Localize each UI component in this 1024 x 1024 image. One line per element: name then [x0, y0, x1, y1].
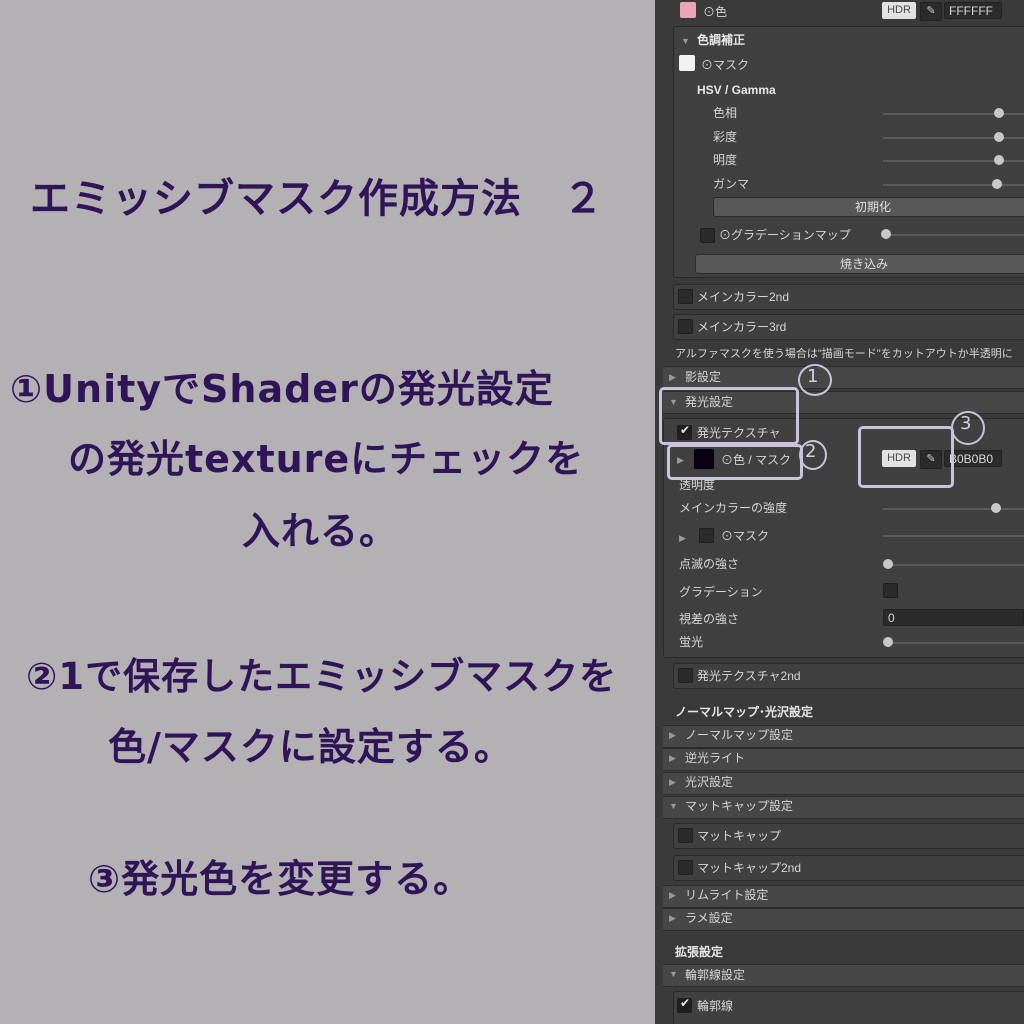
fluorescent-knob[interactable] — [883, 637, 893, 647]
outline-collapse-icon[interactable]: ▼ — [669, 969, 678, 979]
matcap-2nd-label: マットキャップ2nd — [697, 861, 802, 875]
step1-line2: の発光textureにチェックを — [68, 437, 585, 481]
fluorescent-slider[interactable] — [883, 642, 1024, 644]
eyedropper-icon[interactable]: ✎ — [920, 2, 942, 21]
parallax-label: 視差の強さ — [679, 612, 740, 626]
page-title: エミッシブマスク作成方法 ２ — [30, 176, 604, 222]
hue-knob[interactable] — [994, 108, 1004, 118]
annotation-number-2: 2 — [805, 441, 817, 462]
color-hex-field[interactable]: FFFFFF — [944, 2, 1002, 19]
rimlight-expand-icon[interactable]: ▶ — [669, 890, 676, 901]
alpha-mask-note: アルファマスクを使う場合は"描画モード"をカットアウトか半透明に — [675, 348, 1013, 360]
tone-mask-label: ⊙マスク — [701, 58, 750, 72]
annotation-box-emission — [659, 387, 799, 445]
matcap-label: マットキャップ — [697, 829, 782, 843]
annotation-number-3: 3 — [960, 413, 972, 434]
mask-thumbnail[interactable] — [679, 55, 695, 71]
reset-button[interactable]: 初期化 — [713, 197, 1024, 217]
saturation-label: 彩度 — [713, 130, 738, 144]
emission-mask-checkbox[interactable] — [699, 528, 714, 543]
normal-map-expand-icon[interactable]: ▶ — [669, 730, 676, 741]
inspector-panel: ⊙色 HDR ✎ FFFFFF ▼ 色調補正 ⊙マスク HSV / Gamma … — [655, 0, 1024, 1024]
gloss-expand-icon[interactable]: ▶ — [669, 777, 676, 788]
emission-mask-slider[interactable] — [883, 535, 1024, 537]
matcap-checkbox[interactable] — [678, 828, 693, 843]
blink-slider[interactable] — [883, 564, 1024, 566]
matcap-2nd-checkbox[interactable] — [678, 860, 693, 875]
gamma-knob[interactable] — [992, 179, 1002, 189]
gloss-label: 光沢設定 — [685, 775, 734, 789]
gamma-label: ガンマ — [713, 177, 750, 191]
rimlight-label: リムライト設定 — [685, 888, 769, 902]
emission-mask-expand-icon[interactable]: ▶ — [679, 533, 686, 544]
gradation-map-label: ⊙グラデーションマップ — [719, 228, 851, 242]
step2-line1: ②1で保存したエミッシブマスクを — [26, 655, 618, 698]
outline-checkbox[interactable]: ✔ — [677, 996, 692, 1013]
parallax-field[interactable]: 0 — [883, 609, 1024, 626]
bake-button[interactable]: 焼き込み — [695, 254, 1024, 274]
main-color-2nd-checkbox[interactable] — [678, 289, 693, 304]
backlight-expand-icon[interactable]: ▶ — [669, 753, 676, 764]
main-strength-label: メインカラーの強度 — [679, 501, 788, 515]
gamma-slider[interactable] — [883, 184, 1024, 186]
step1-line1: ①UnityでShaderの発光設定 — [10, 367, 554, 411]
tone-collapse-icon[interactable]: ▼ — [681, 36, 690, 46]
gradation-map-knob[interactable] — [881, 229, 891, 239]
annotation-number-1: 1 — [807, 366, 819, 387]
glitter-expand-icon[interactable]: ▶ — [669, 913, 676, 924]
emission-texture-2nd-checkbox[interactable] — [678, 668, 693, 683]
hdr-badge-top[interactable]: HDR — [882, 2, 916, 19]
normal-section-title: ノーマルマップ･光沢設定 — [675, 705, 814, 719]
extended-title: 拡張設定 — [675, 945, 724, 959]
saturation-knob[interactable] — [994, 132, 1004, 142]
step3-line1: ③発光色を変更する。 — [88, 857, 473, 901]
annotation-box-color-mask — [667, 444, 803, 480]
main-color-2nd-label: メインカラー2nd — [697, 290, 790, 304]
hsv-title: HSV / Gamma — [697, 83, 776, 97]
gradation-map-checkbox[interactable] — [700, 228, 715, 243]
glitter-label: ラメ設定 — [685, 911, 733, 925]
matcap-collapse-icon[interactable]: ▼ — [669, 801, 678, 811]
brightness-label: 明度 — [713, 153, 738, 167]
main-color-3rd-label: メインカラー3rd — [697, 320, 787, 334]
normal-map-label: ノーマルマップ設定 — [685, 728, 794, 742]
emission-texture-2nd-label: 発光テクスチャ2nd — [697, 669, 801, 683]
shadow-expand-icon[interactable]: ▶ — [669, 372, 676, 383]
instruction-area: エミッシブマスク作成方法 ２ ①UnityでShaderの発光設定 の発光tex… — [0, 0, 655, 1024]
step2-line2: 色/マスクに設定する。 — [108, 725, 513, 769]
outline-settings-label: 輪郭線設定 — [685, 968, 746, 982]
matcap-settings-label: マットキャップ設定 — [685, 799, 794, 813]
hue-label: 色相 — [713, 106, 738, 120]
gradation-map-slider[interactable] — [883, 234, 1024, 236]
step1-line3: 入れる。 — [242, 509, 399, 553]
fluorescent-label: 蛍光 — [679, 635, 704, 649]
annotation-box-hdr — [858, 426, 954, 488]
gradation-label: グラデーション — [679, 585, 763, 599]
backlight-label: 逆光ライト — [685, 751, 746, 765]
main-strength-knob[interactable] — [991, 503, 1001, 513]
color-label: ⊙色 — [703, 5, 728, 19]
main-strength-slider[interactable] — [883, 508, 1024, 510]
brightness-knob[interactable] — [994, 155, 1004, 165]
main-color-3rd-checkbox[interactable] — [678, 319, 693, 334]
emission-mask-label: ⊙マスク — [721, 529, 770, 543]
color-swatch[interactable] — [680, 2, 696, 18]
blink-knob[interactable] — [883, 559, 893, 569]
blink-label: 点滅の強さ — [679, 557, 740, 571]
shadow-settings-label: 影設定 — [685, 370, 722, 384]
gradation-checkbox[interactable] — [883, 583, 898, 598]
outline-label: 輪郭線 — [697, 999, 734, 1013]
tone-title: 色調補正 — [697, 33, 746, 47]
